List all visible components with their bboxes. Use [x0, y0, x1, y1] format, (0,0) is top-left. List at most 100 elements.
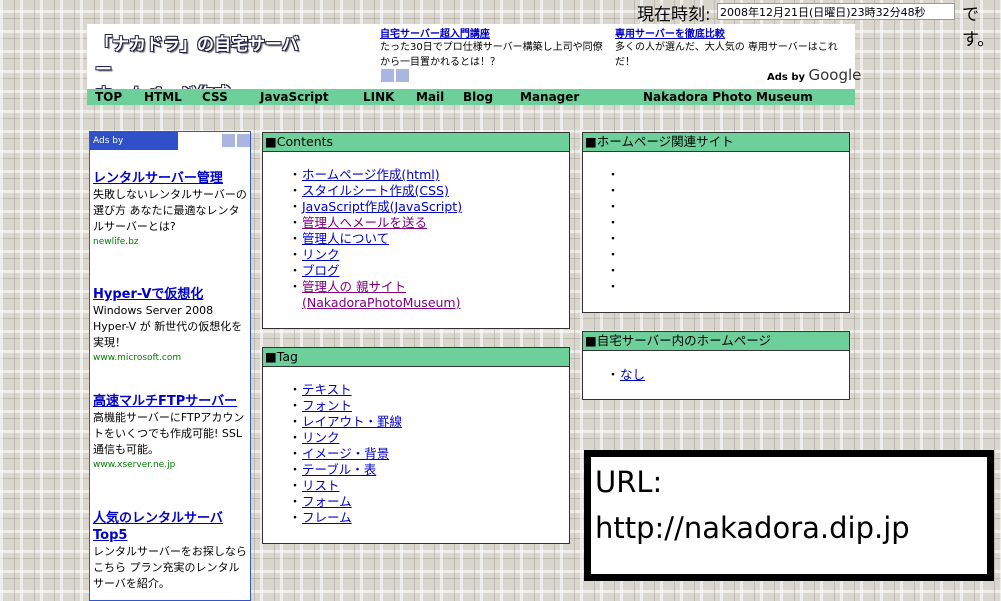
list-item: ・管理人について: [288, 231, 390, 246]
left-ad-2: Hyper-Vで仮想化 Windows Server 2008 Hyper-V …: [93, 286, 249, 363]
list-item: ・テーブル・表: [288, 462, 377, 477]
list-item: ・管理人の 親サイト: [288, 279, 406, 294]
tag-link-font[interactable]: フォント: [302, 398, 352, 413]
nav-photo-museum[interactable]: Nakadora Photo Museum: [643, 89, 813, 105]
list-item: ・ホームページ作成(html): [288, 167, 440, 182]
nav-bar: TOP HTML CSS JavaScript LINK Mail Blog M…: [87, 89, 855, 105]
ad-nav-arrows: [381, 69, 411, 85]
url-box: URL: http://nakadora.dip.jp: [584, 450, 994, 581]
list-item: ・リンク: [288, 430, 340, 445]
tag-link-list[interactable]: リスト: [302, 478, 340, 493]
left-ad-1-text: 失敗しないレンタルサーバーの選び方 あなたに最適なレンタルサーバーとは?: [93, 188, 247, 233]
top-ad-2: 専用サーバーを徹底比較 多くの人が選んだ、大人気の 専用サーバーはこれだ！: [615, 25, 847, 70]
home-pages-title: ■自宅サーバー内のホームページ: [583, 332, 849, 351]
list-item: ・ブログ: [288, 263, 340, 278]
contents-list: ・ホームページ作成(html) ・スタイルシート作成(CSS) ・JavaScr…: [288, 167, 569, 311]
left-ad-1: レンタルサーバー管理 失敗しないレンタルサーバーの選び方 あなたに最適なレンタル…: [93, 170, 249, 247]
list-item: ・スタイルシート作成(CSS): [288, 183, 449, 198]
tag-link-image[interactable]: イメージ・背景: [302, 446, 389, 461]
contents-link-html[interactable]: ホームページ作成(html): [302, 167, 440, 182]
top-ad-2-title[interactable]: 専用サーバーを徹底比較: [615, 25, 847, 40]
list-item: ・JavaScript作成(JavaScript): [288, 199, 463, 214]
tag-link-link[interactable]: リンク: [302, 430, 340, 445]
contents-link-parent-site-name[interactable]: (NakadoraPhotoMuseum): [302, 295, 461, 310]
left-ad-3-title[interactable]: 高速マルチFTPサーバー: [93, 393, 249, 410]
home-pages-panel: ■自宅サーバー内のホームページ ・なし: [582, 331, 850, 400]
left-ad-1-url[interactable]: newlife.bz: [93, 237, 249, 247]
contents-link-javascript[interactable]: JavaScript作成(JavaScript): [302, 199, 462, 214]
tag-link-text[interactable]: テキスト: [302, 382, 352, 397]
url-value: http://nakadora.dip.jp: [595, 511, 910, 545]
nav-manager[interactable]: Manager: [520, 89, 579, 105]
clock-suffix: です。: [962, 5, 995, 50]
clock-field[interactable]: 2008年12月21日(日曜日)23時32分48秒: [717, 3, 955, 20]
nav-blog[interactable]: Blog: [463, 89, 493, 105]
list-item: ・フォント: [288, 398, 353, 413]
tag-list: ・テキスト ・フォント ・レイアウト・罫線 ・リンク ・イメージ・背景 ・テーブ…: [288, 382, 569, 526]
contents-panel-title: ■Contents: [263, 133, 569, 152]
list-item: ・なし: [606, 367, 646, 382]
nav-css[interactable]: CSS: [202, 89, 228, 105]
nav-mail[interactable]: Mail: [416, 89, 444, 105]
related-sites-panel: ■ホームページ関連サイト ・ ・ ・ ・ ・ ・ ・ ・: [582, 132, 850, 313]
left-ad-1-title[interactable]: レンタルサーバー管理: [93, 170, 249, 187]
contents-link-about[interactable]: 管理人について: [302, 231, 389, 246]
tag-link-table[interactable]: テーブル・表: [302, 462, 376, 477]
nav-link[interactable]: LINK: [363, 89, 394, 105]
list-item: (NakadoraPhotoMuseum): [288, 295, 569, 311]
clock-label: 現在時刻:: [637, 5, 711, 25]
left-ad-4: 人気のレンタルサーバTop5 レンタルサーバーをお探しならこちら プラン充実のレ…: [93, 510, 249, 592]
list-item: ・レイアウト・罫線: [288, 414, 403, 429]
contents-link-parent-site[interactable]: 管理人の 親サイト: [302, 279, 406, 294]
list-item: ・テキスト: [288, 382, 352, 397]
home-pages-none-link[interactable]: なし: [620, 367, 645, 382]
list-item: ・: [606, 215, 620, 230]
list-item: ・: [606, 231, 620, 246]
ad-next-icon[interactable]: [396, 69, 409, 82]
ads-by-label: Ads by: [767, 72, 806, 83]
tag-link-frame[interactable]: フレーム: [302, 510, 352, 525]
list-item: ・イメージ・背景: [288, 446, 390, 461]
home-pages-list: ・なし: [606, 367, 849, 383]
related-sites-list: ・ ・ ・ ・ ・ ・ ・ ・: [606, 167, 849, 295]
tag-panel: ■Tag ・テキスト ・フォント ・レイアウト・罫線 ・リンク ・イメージ・背景…: [262, 347, 570, 544]
left-ad-prev-icon[interactable]: [222, 134, 235, 147]
left-ad-2-url[interactable]: www.microsoft.com: [93, 353, 249, 363]
list-item: ・リスト: [288, 478, 340, 493]
top-ad-1-text: たった30日でプロ仕様サーバー構築し上司や同僚から一目置かれるとは！？: [380, 42, 603, 68]
list-item: ・リンク: [288, 247, 340, 262]
list-item: ・: [606, 279, 620, 294]
left-ad-4-title[interactable]: 人気のレンタルサーバTop5: [93, 510, 249, 544]
top-ad-1-title[interactable]: 自宅サーバー超入門講座: [380, 25, 612, 40]
contents-link-blog[interactable]: ブログ: [302, 263, 340, 278]
contents-link-mail[interactable]: 管理人へメールを送る: [302, 215, 427, 230]
list-item: ・フォーム: [288, 494, 352, 509]
left-ad-nav: [222, 134, 252, 150]
logo-line-1: 「ナカドラ」の自宅サーバー: [95, 35, 299, 80]
tag-link-form[interactable]: フォーム: [302, 494, 352, 509]
list-item: ・: [606, 199, 620, 214]
left-ad-3: 高速マルチFTPサーバー 高機能サーバーにFTPアカウントをいくつでも作成可能!…: [93, 393, 249, 470]
contents-link-links[interactable]: リンク: [302, 247, 340, 262]
tag-link-layout[interactable]: レイアウト・罫線: [302, 414, 402, 429]
ads-by-google-badge[interactable]: Ads by Google: [90, 132, 178, 167]
left-ad-3-url[interactable]: www.xserver.ne.jp: [93, 460, 249, 470]
tag-panel-title: ■Tag: [263, 348, 569, 367]
left-ad-next-icon[interactable]: [237, 134, 250, 147]
list-item: ・: [606, 183, 620, 198]
list-item: ・管理人へメールを送る: [288, 215, 428, 230]
url-label: URL:: [595, 465, 663, 499]
badge-ads-by: Ads by: [93, 136, 124, 146]
contents-link-css[interactable]: スタイルシート作成(CSS): [302, 183, 449, 198]
nav-javascript[interactable]: JavaScript: [260, 89, 329, 105]
ad-prev-icon[interactable]: [381, 69, 394, 82]
contents-panel: ■Contents ・ホームページ作成(html) ・スタイルシート作成(CSS…: [262, 132, 570, 329]
nav-html[interactable]: HTML: [144, 89, 182, 105]
related-sites-title: ■ホームページ関連サイト: [583, 133, 849, 152]
left-ad-4-text: レンタルサーバーをお探しならこちら プラン充実のレンタルサーバを紹介。: [93, 545, 247, 590]
list-item: ・フレーム: [288, 510, 352, 525]
nav-top[interactable]: TOP: [95, 89, 122, 105]
ads-by-google[interactable]: Ads by Google: [767, 66, 861, 84]
left-ad-2-title[interactable]: Hyper-Vで仮想化: [93, 286, 249, 303]
list-item: ・: [606, 247, 620, 262]
